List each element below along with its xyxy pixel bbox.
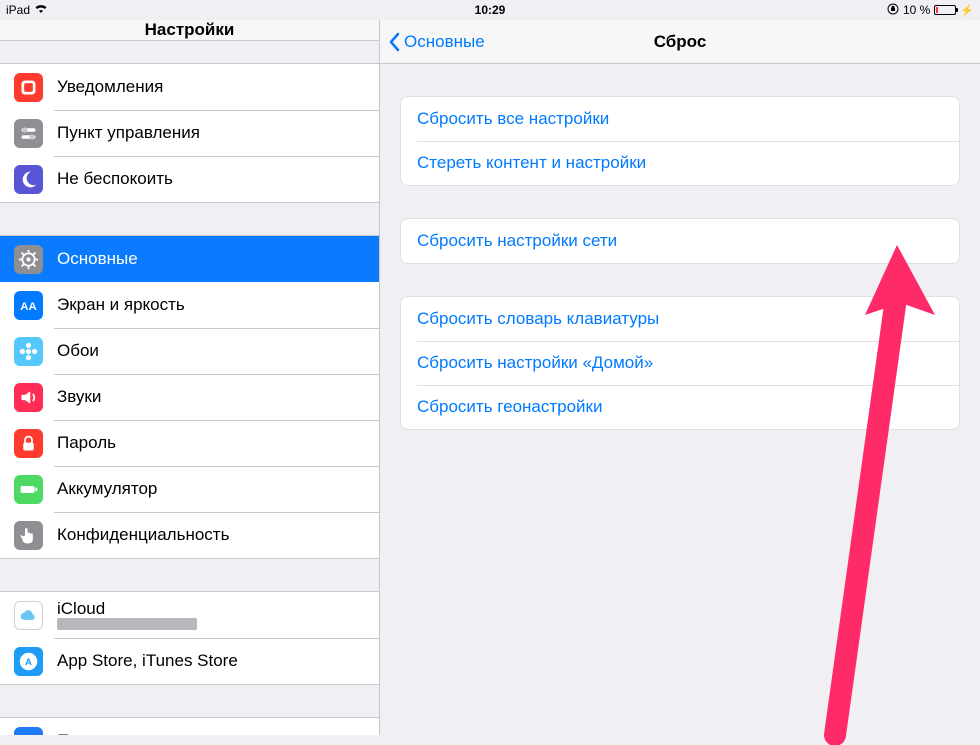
sidebar-item-wallpaper[interactable]: Обои — [0, 328, 379, 374]
sidebar-item-label: Аккумулятор — [57, 479, 379, 499]
status-bar: iPad 10:29 10 % ⚡ — [0, 0, 980, 20]
back-label: Основные — [404, 32, 485, 52]
switches-icon — [14, 119, 43, 148]
moon-icon — [14, 165, 43, 194]
hand-icon — [14, 521, 43, 550]
status-left: iPad — [6, 3, 48, 17]
sidebar-item-display[interactable]: AA Экран и яркость — [0, 282, 379, 328]
bell-icon — [14, 73, 43, 102]
sidebar-item-label: Обои — [57, 341, 379, 361]
sidebar-item-battery[interactable]: Аккумулятор — [0, 466, 379, 512]
settings-group: Почта, адреса, календари — [0, 717, 379, 735]
sidebar-item-label: Пункт управления — [57, 123, 379, 143]
wifi-icon — [34, 4, 48, 17]
settings-detail-pane: Основные Сброс Сбросить все настройки Сте… — [380, 20, 980, 735]
sidebar-item-label: Основные — [57, 249, 379, 269]
sidebar-item-privacy[interactable]: Конфиденциальность — [0, 512, 379, 558]
aa-icon: AA — [14, 291, 43, 320]
sidebar-item-icloud[interactable]: iCloud — [0, 592, 379, 638]
lock-icon — [14, 429, 43, 458]
orientation-lock-icon — [887, 3, 899, 18]
sidebar-item-label: Почта, адреса, календари — [57, 731, 379, 735]
appstore-icon: A — [14, 647, 43, 676]
reset-option-label: Сбросить все настройки — [417, 109, 959, 129]
back-button[interactable]: Основные — [388, 20, 485, 64]
reset-option-label: Сбросить настройки сети — [417, 231, 959, 251]
reset-option-reset-all[interactable]: Сбросить все настройки — [401, 97, 959, 141]
sidebar-item-passcode[interactable]: Пароль — [0, 420, 379, 466]
settings-master-title: Настройки — [0, 20, 379, 41]
sidebar-item-label: Экран и яркость — [57, 295, 379, 315]
sidebar-item-label: Пароль — [57, 433, 379, 453]
reset-option-reset-keyboard[interactable]: Сбросить словарь клавиатуры — [401, 297, 959, 341]
battery-icon — [14, 475, 43, 504]
device-label: iPad — [6, 3, 30, 17]
settings-master-pane: Настройки Уведомления Пункт управления Не … — [0, 20, 380, 735]
settings-group: Основные AA Экран и яркость Обои Звуки Пароль… — [0, 235, 379, 559]
battery-icon — [934, 5, 956, 15]
sidebar-item-notifications[interactable]: Уведомления — [0, 64, 379, 110]
reset-option-label: Сбросить словарь клавиатуры — [417, 309, 959, 329]
chevron-left-icon — [388, 32, 400, 52]
sidebar-item-label: Звуки — [57, 387, 379, 407]
sidebar-item-label: App Store, iTunes Store — [57, 651, 379, 671]
flower-icon — [14, 337, 43, 366]
gear-icon — [14, 245, 43, 274]
detail-title: Сброс — [654, 32, 707, 52]
cloud-icon — [14, 601, 43, 630]
reset-option-label: Сбросить геонастройки — [417, 397, 959, 417]
speaker-icon — [14, 383, 43, 412]
charging-icon: ⚡ — [960, 4, 974, 17]
status-right: 10 % ⚡ — [887, 3, 974, 18]
reset-group: Сбросить все настройки Стереть контент и … — [400, 96, 960, 186]
status-time: 10:29 — [475, 3, 506, 17]
sidebar-item-label: Уведомления — [57, 77, 379, 97]
svg-text:A: A — [25, 657, 32, 668]
sidebar-item-general[interactable]: Основные — [0, 236, 379, 282]
settings-group: Уведомления Пункт управления Не беспокоить — [0, 63, 379, 203]
reset-option-reset-home[interactable]: Сбросить настройки «Домой» — [401, 341, 959, 385]
mail-icon — [14, 727, 43, 736]
sidebar-item-stores[interactable]: A App Store, iTunes Store — [0, 638, 379, 684]
sidebar-item-control-center[interactable]: Пункт управления — [0, 110, 379, 156]
svg-text:AA: AA — [20, 300, 36, 312]
sidebar-item-mail[interactable]: Почта, адреса, календари — [0, 718, 379, 735]
reset-option-label: Сбросить настройки «Домой» — [417, 353, 959, 373]
sidebar-item-dnd[interactable]: Не беспокоить — [0, 156, 379, 202]
reset-group: Сбросить словарь клавиатуры Сбросить наст… — [400, 296, 960, 430]
sidebar-item-label: Конфиденциальность — [57, 525, 379, 545]
sidebar-item-sounds[interactable]: Звуки — [0, 374, 379, 420]
settings-group: iCloud A App Store, iTunes Store — [0, 591, 379, 685]
sidebar-item-label: Не беспокоить — [57, 169, 379, 189]
sidebar-item-label: iCloud — [57, 600, 197, 618]
reset-group: Сбросить настройки сети — [400, 218, 960, 264]
reset-option-reset-location[interactable]: Сбросить геонастройки — [401, 385, 959, 429]
battery-percent: 10 % — [903, 3, 930, 17]
reset-option-reset-network[interactable]: Сбросить настройки сети — [401, 219, 959, 263]
reset-option-erase-all[interactable]: Стереть контент и настройки — [401, 141, 959, 185]
detail-header: Основные Сброс — [380, 20, 980, 64]
redacted-subtitle — [57, 618, 197, 630]
reset-option-label: Стереть контент и настройки — [417, 153, 959, 173]
